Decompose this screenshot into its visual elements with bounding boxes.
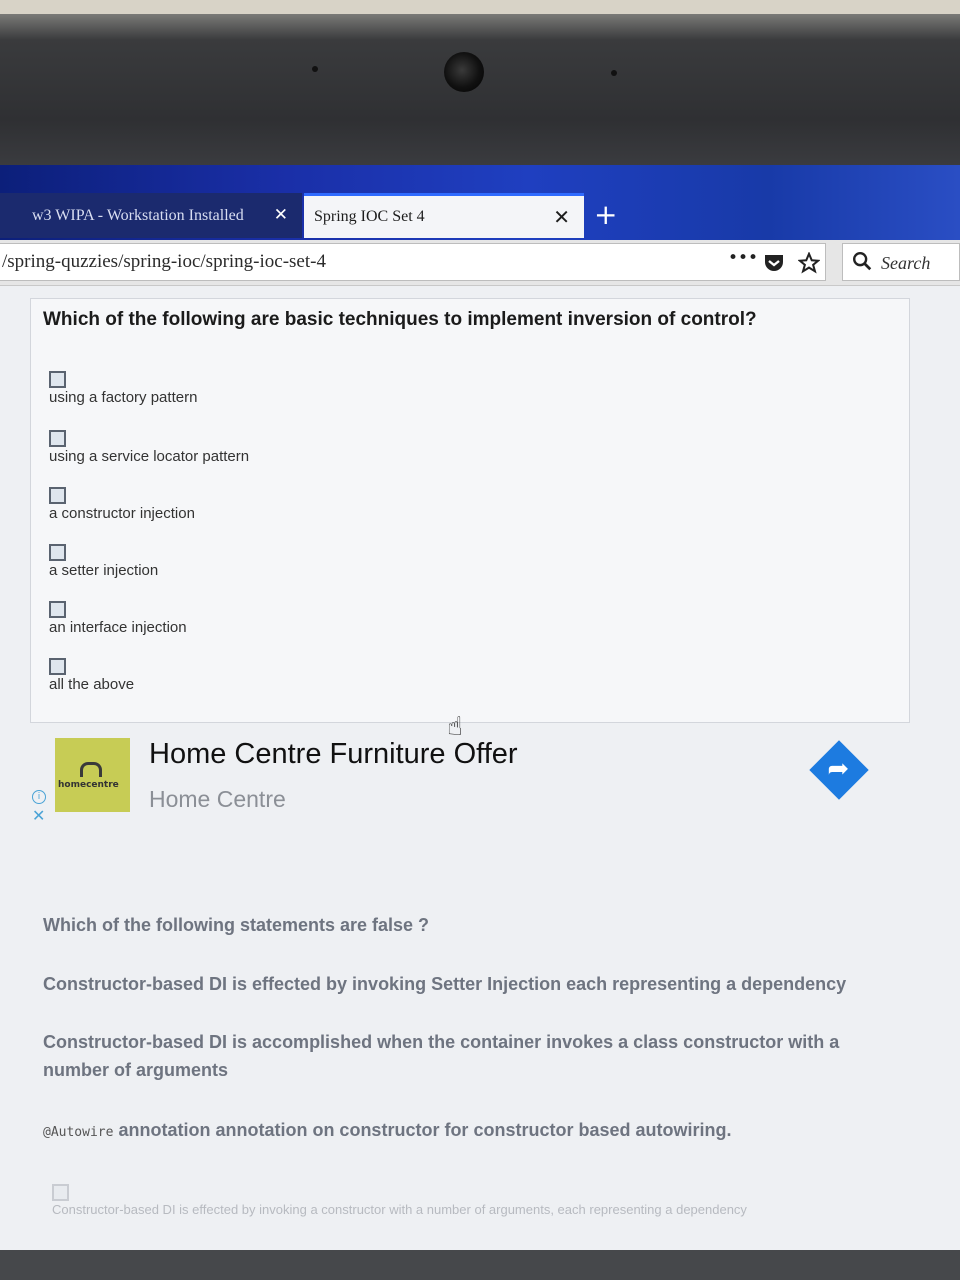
option-row-faded[interactable]: Constructor-based DI is effected by invo… — [52, 1184, 747, 1217]
question-title: Which of the following are basic techniq… — [43, 309, 757, 330]
close-tab-icon[interactable]: ✕ — [553, 205, 570, 229]
option-setter-injection[interactable]: a setter injection — [49, 544, 158, 579]
statement-2: Constructor-based DI is accomplished whe… — [43, 1032, 840, 1080]
tab-label: w3 WIPA - Workstation Installed — [32, 206, 244, 224]
option-checkbox[interactable] — [52, 1184, 69, 1201]
bezel-top-edge — [0, 0, 960, 14]
statement-1: Constructor-based DI is effected by invo… — [43, 974, 847, 994]
ad-info-icon[interactable]: i — [32, 790, 46, 804]
option-service-locator[interactable]: using a service locator pattern — [49, 430, 249, 465]
option-label: using a factory pattern — [49, 389, 198, 406]
address-bar[interactable]: /spring-quzzies/spring-ioc/spring-ioc-se… — [0, 243, 826, 281]
option-interface-injection[interactable]: an interface injection — [49, 601, 187, 636]
ad-title[interactable]: Home Centre Furniture Offer — [149, 738, 518, 771]
bezel-sensor — [312, 66, 318, 72]
bookmark-star-icon[interactable] — [798, 252, 820, 274]
statement-4: Constructor-based DI is effected by invo… — [52, 1202, 747, 1217]
house-icon — [80, 762, 102, 777]
laptop-bezel — [0, 0, 960, 165]
code-annotation: @Autowire — [43, 1125, 114, 1140]
navigation-bar: /spring-quzzies/spring-ioc/spring-ioc-se… — [0, 240, 960, 286]
tab-bar: ‹ w3 WIPA - Workstation Installed ✕ Spri… — [0, 165, 960, 240]
turn-right-arrow-icon: ➦ — [827, 754, 850, 785]
screen-bottom-bezel — [0, 1250, 960, 1280]
homecentre-logo: homecentre — [55, 738, 130, 812]
option-checkbox[interactable] — [49, 430, 66, 447]
option-label: a setter injection — [49, 562, 159, 579]
option-label: all the above — [49, 676, 135, 693]
ad-close-icon[interactable]: ✕ — [32, 806, 45, 825]
option-factory-pattern[interactable]: using a factory pattern — [49, 371, 197, 406]
tab-wipa[interactable]: w3 WIPA - Workstation Installed ✕ — [0, 193, 302, 238]
browser-window: ‹ w3 WIPA - Workstation Installed ✕ Spri… — [0, 165, 960, 1250]
statement-3: @Autowire annotation annotation on const… — [43, 1120, 731, 1141]
webcam — [444, 52, 484, 92]
logo-text: homecentre — [58, 780, 119, 790]
option-all-the-above[interactable]: all the above — [49, 658, 134, 693]
page-content: Which of the following are basic techniq… — [0, 286, 960, 1250]
ad-directions-button[interactable]: ➦ — [809, 740, 869, 800]
question-2-title: Which of the following statements are fa… — [43, 915, 430, 935]
option-label: a constructor injection — [49, 505, 195, 522]
search-icon — [853, 252, 872, 271]
option-checkbox[interactable] — [49, 487, 66, 504]
tab-spring-ioc[interactable]: Spring IOC Set 4 ✕ — [304, 193, 584, 238]
hand-pointer-cursor-icon: ☝ — [447, 712, 463, 742]
advertisement-banner[interactable]: homecentre i ✕ Home Centre Furniture Off… — [30, 734, 930, 844]
option-checkbox[interactable] — [49, 371, 66, 388]
ad-advertiser: Home Centre — [149, 786, 286, 812]
question-card: Which of the following are basic techniq… — [30, 298, 910, 723]
option-checkbox[interactable] — [49, 601, 66, 618]
page-actions-menu-icon[interactable]: ••• — [728, 248, 758, 268]
option-checkbox[interactable] — [49, 658, 66, 675]
close-tab-icon[interactable]: ✕ — [274, 205, 288, 225]
pocket-icon[interactable] — [763, 253, 785, 273]
search-box[interactable]: Search — [842, 243, 960, 281]
bezel-sensor — [611, 70, 617, 76]
option-constructor-injection[interactable]: a constructor injection — [49, 487, 195, 522]
option-checkbox[interactable] — [49, 544, 66, 561]
tab-label: Spring IOC Set 4 — [314, 208, 425, 225]
new-tab-icon[interactable]: + — [594, 201, 617, 229]
search-placeholder: Search — [881, 253, 931, 273]
statement-3-text: annotation annotation on constructor for… — [118, 1120, 732, 1140]
option-label: an interface injection — [49, 619, 187, 636]
option-label: using a service locator pattern — [49, 448, 250, 465]
url-text[interactable]: /spring-quzzies/spring-ioc/spring-ioc-se… — [2, 251, 326, 273]
